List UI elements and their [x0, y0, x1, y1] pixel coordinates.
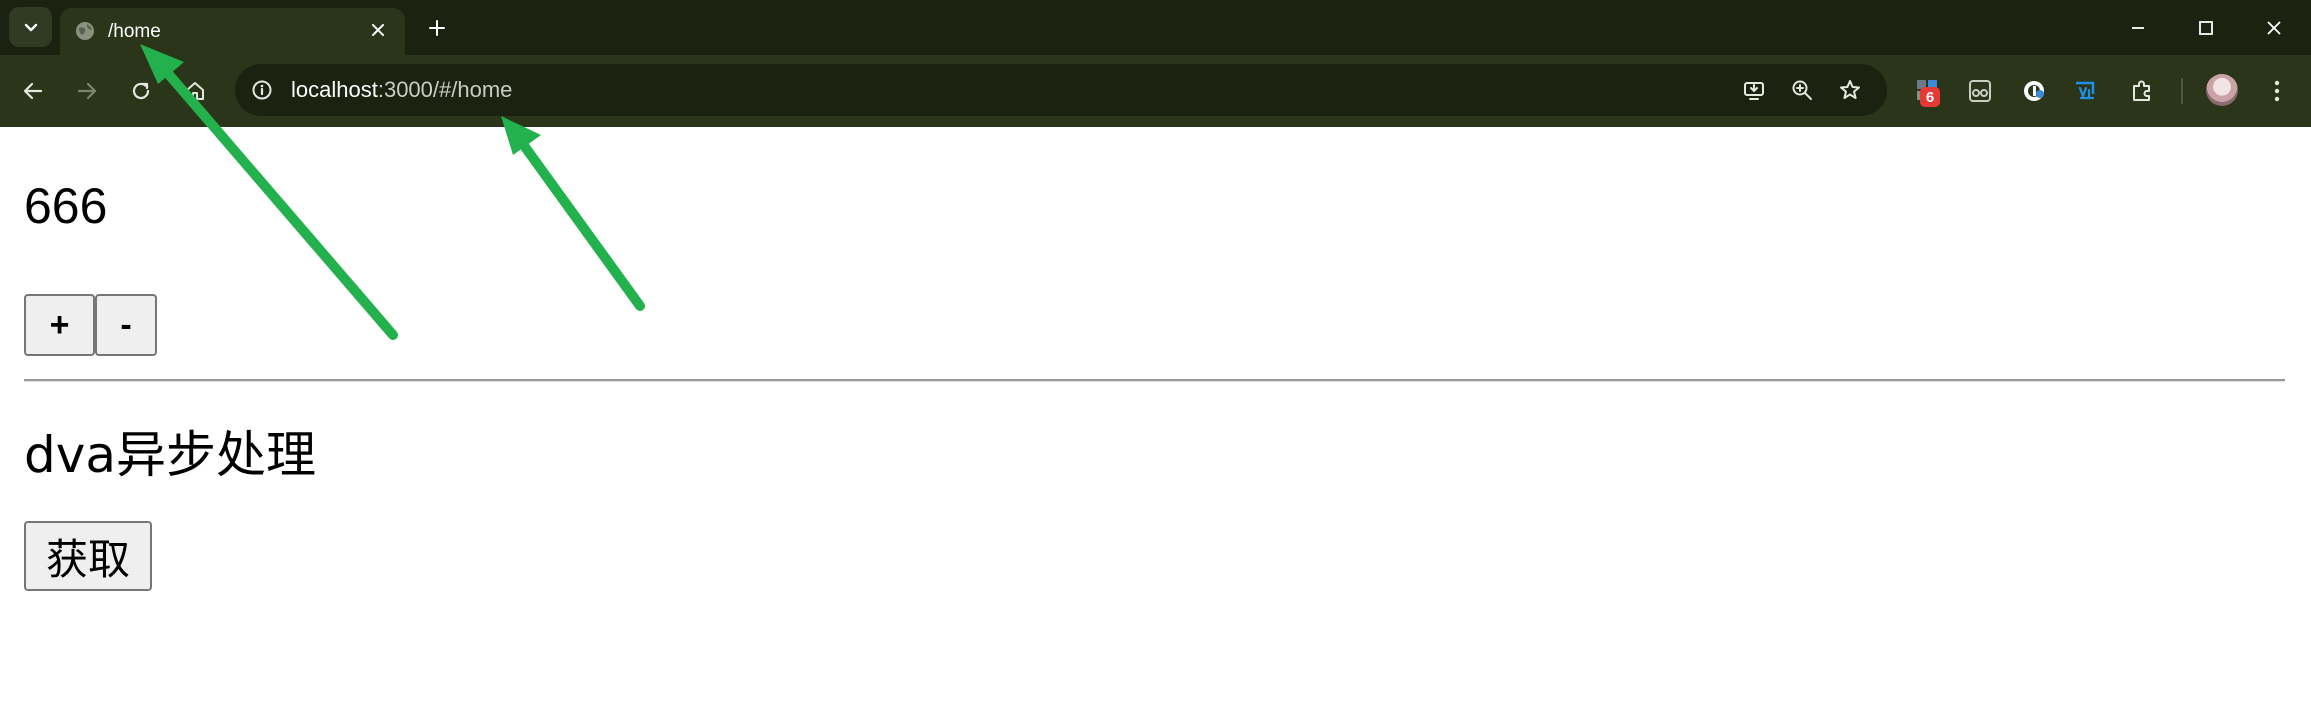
minimize-button[interactable] — [2104, 0, 2172, 55]
home-icon — [186, 82, 204, 100]
toolbar-separator — [2181, 78, 2183, 104]
star-icon — [1840, 80, 1860, 99]
puzzle-icon — [2133, 80, 2150, 101]
fetch-button[interactable]: 获取 — [24, 521, 152, 591]
maximize-button[interactable] — [2172, 0, 2240, 55]
close-window-icon — [2267, 20, 2281, 35]
browser-menu-button[interactable] — [2259, 73, 2295, 109]
divider — [24, 379, 2285, 382]
back-icon — [23, 82, 43, 100]
reload-button[interactable] — [123, 73, 159, 109]
zoom-icon — [1792, 80, 1812, 100]
address-bar[interactable]: localhost:3000/#/home — [235, 64, 1887, 116]
tab-close-button[interactable] — [367, 19, 389, 41]
close-window-button[interactable] — [2240, 0, 2308, 55]
decrement-button[interactable]: - — [95, 294, 157, 356]
home-button[interactable] — [177, 73, 213, 109]
extension-2-button[interactable] — [1962, 73, 1998, 109]
zoom-button[interactable] — [1786, 74, 1818, 106]
browser-toolbar: localhost:3000/#/home 6 — [0, 55, 2311, 127]
counter-value: 666 — [24, 178, 108, 234]
extension-4-button[interactable] — [2068, 73, 2104, 109]
url-text[interactable]: localhost:3000/#/home — [291, 77, 512, 103]
forward-button[interactable] — [69, 73, 105, 109]
back-button[interactable] — [15, 73, 51, 109]
globe-icon — [76, 22, 94, 40]
tab-search-button[interactable] — [9, 7, 52, 47]
chevron-down-icon — [24, 23, 37, 32]
install-app-icon — [1744, 82, 1764, 100]
profile-avatar[interactable] — [2206, 74, 2238, 106]
translate-icon — [2076, 81, 2095, 100]
new-tab-button[interactable] — [420, 11, 454, 45]
reload-icon — [132, 82, 150, 100]
glasses-icon — [1969, 80, 1991, 102]
browser-tab[interactable]: /home — [60, 8, 405, 55]
extensions-menu-button[interactable] — [2124, 73, 2160, 109]
url-host: localhost — [291, 77, 378, 102]
menu-icon — [2274, 80, 2280, 102]
url-path: :3000/#/home — [377, 77, 513, 102]
page-content: 666 + - dva异步处理 获取 — [0, 127, 2311, 711]
plus-icon — [429, 20, 445, 36]
forward-icon — [77, 82, 97, 100]
install-app-button[interactable] — [1738, 74, 1770, 106]
section-title: dva异步处理 — [24, 426, 316, 484]
close-icon — [372, 24, 384, 36]
bookmark-button[interactable] — [1834, 74, 1866, 106]
site-info-button[interactable] — [245, 73, 279, 107]
browser-titlebar: /home — [0, 0, 2311, 55]
password-manager-icon — [2024, 81, 2044, 101]
maximize-icon — [2199, 20, 2213, 35]
extension-3-button[interactable] — [2016, 73, 2052, 109]
minimize-icon — [2132, 26, 2144, 29]
increment-button[interactable]: + — [24, 294, 95, 356]
extension-badge: 6 — [1920, 87, 1940, 107]
info-icon — [252, 80, 272, 100]
tab-title: /home — [108, 21, 161, 42]
